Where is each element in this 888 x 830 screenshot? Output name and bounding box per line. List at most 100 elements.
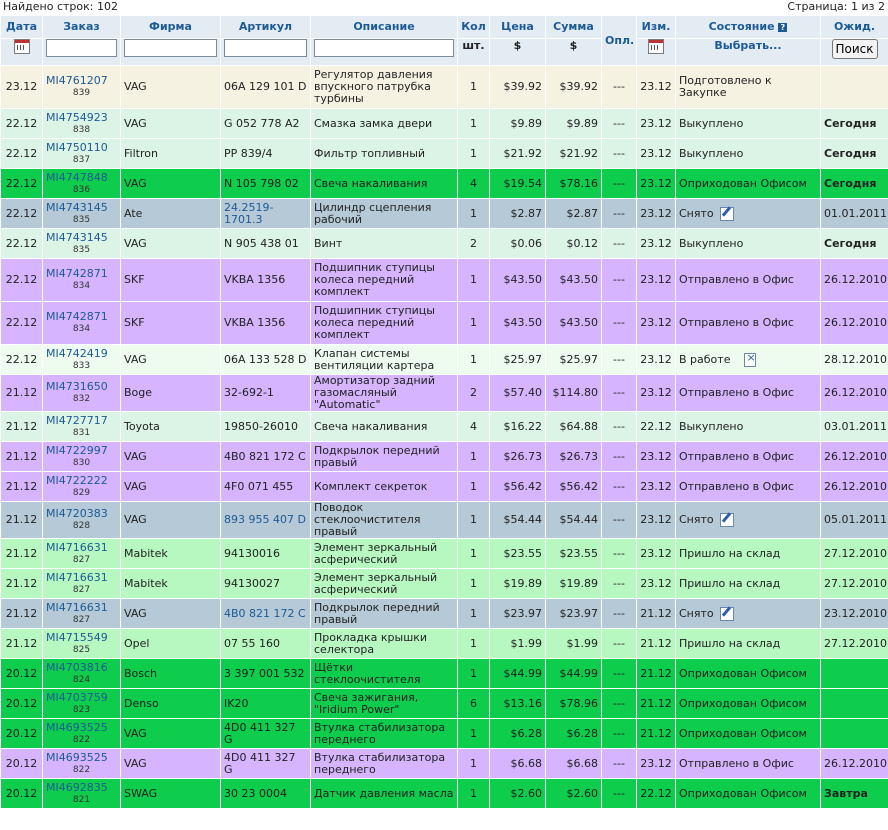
table-row[interactable]: 20.12 MI4692835 821 SWAG 30 23 0004 Датчик да… [0,778,888,809]
row-article[interactable]: 893 955 407 D [220,501,311,539]
state-select[interactable]: Выбрать... [675,38,821,66]
desc-filter-input[interactable] [314,39,454,57]
table-row[interactable]: 23.12 MI4761207 839 VAG 06A 129 101 D Регулят… [0,65,888,109]
row-article: G 052 778 A2 [220,108,311,139]
edit-note-icon[interactable] [719,206,734,221]
order-link[interactable]: MI4716631 [46,571,117,584]
col-price-header[interactable]: Цена [489,15,546,39]
table-row[interactable]: 21.12 MI4731650 832 Boge 32-692-1 Амортизатор… [0,374,888,412]
table-row[interactable]: 20.12 MI4703759 823 Denso IK20 Свеча зажигани… [0,688,888,719]
table-row[interactable]: 21.12 MI4722997 830 VAG 4B0 821 172 C Подкрыл… [0,441,888,472]
order-link[interactable]: MI4720383 [46,508,117,520]
row-state: Пришло на склад [675,628,821,659]
row-changed: 23.12 [636,441,676,472]
col-firm-header[interactable]: Фирма [120,15,221,39]
order-link[interactable]: MI4747848 [46,171,117,184]
row-paid: --- [601,778,637,809]
row-article[interactable]: 24.2519-1701.3 [220,198,311,229]
row-description: Датчик давления масла [310,778,458,809]
table-row[interactable]: 22.12 MI4743145 835 Ate 24.2519-1701.3 Цилинд… [0,198,888,229]
table-row[interactable]: 22.12 MI4742871 834 SKF VKBA 1356 Подшипник с… [0,301,888,345]
col-article-header[interactable]: Артикул [220,15,311,39]
row-sum: $54.44 [545,501,602,539]
table-row[interactable]: 21.12 MI4716631 827 Mabitek 94130016 Элемент … [0,538,888,569]
row-paid: --- [601,344,637,375]
order-link[interactable]: MI4716631 [46,541,117,554]
col-paid-header[interactable]: Опл. [601,15,637,66]
col-changed-header[interactable]: Изм. [636,15,676,39]
table-row[interactable]: 22.12 MI4754923 838 VAG G 052 778 A2 Смазка з… [0,108,888,139]
cancel-document-icon[interactable] [744,352,757,367]
col-expected-header[interactable]: Ожид. [820,15,888,39]
order-link[interactable]: MI4692835 [46,781,117,794]
table-row[interactable]: 22.12 MI4742871 834 SKF VKBA 1356 Подшипник с… [0,258,888,302]
article-filter-input[interactable] [224,39,307,57]
sum-unit: $ [545,38,602,66]
table-row[interactable]: 21.12 MI4716631 827 VAG 4B0 821 172 C Подкрыл… [0,598,888,629]
order-link[interactable]: MI4722997 [46,444,117,457]
search-button[interactable]: Поиск [831,39,878,59]
table-row[interactable]: 20.12 MI4693525 822 VAG 4D0 411 327 G Втулка … [0,718,888,749]
row-changed: 23.12 [636,301,676,345]
help-icon[interactable]: ? [778,23,788,32]
row-sum: $43.50 [545,301,602,345]
order-link[interactable]: MI4716631 [46,601,117,614]
edit-note-icon[interactable] [719,513,734,527]
row-expected [820,658,888,689]
row-article[interactable]: 4B0 821 172 C [220,598,311,629]
order-link[interactable]: MI4743145 [46,201,117,214]
table-row[interactable]: 21.12 MI4722222 829 VAG 4F0 071 455 Комплект … [0,471,888,502]
col-qty-header[interactable]: Кол [457,15,490,39]
order-link[interactable]: MI4743145 [46,231,117,244]
order-link[interactable]: MI4754923 [46,111,117,124]
row-paid: --- [601,411,637,442]
row-date: 21.12 [0,598,43,629]
row-description: Фильтр топливный [310,138,458,169]
table-row[interactable]: 22.12 MI4743145 835 VAG N 905 438 01 Винт 2 $0.… [0,228,888,259]
firm-filter-input[interactable] [124,39,217,57]
order-link[interactable]: MI4693525 [46,721,117,734]
row-paid: --- [601,374,637,412]
table-row[interactable]: 22.12 MI4742419 833 VAG 06A 133 528 D Клапан … [0,344,888,375]
row-qty: 1 [457,501,490,539]
table-row[interactable]: 21.12 MI4727717 831 Toyota 19850-26010 Свеча … [0,411,888,442]
col-date-header[interactable]: Дата [0,15,43,39]
order-link[interactable]: MI4703759 [46,691,117,704]
col-desc-header[interactable]: Описание [310,15,458,39]
state-label: Выкуплено [679,116,744,130]
row-sum: $9.89 [545,108,602,139]
order-link[interactable]: MI4761207 [46,75,117,87]
table-row[interactable]: 22.12 MI4747848 836 VAG N 105 798 02 Свеча на… [0,168,888,199]
table-row[interactable]: 21.12 MI4715549 825 Opel 07 55 160 Прокладка … [0,628,888,659]
order-link[interactable]: MI4742871 [46,268,117,280]
row-qty: 2 [457,228,490,259]
row-price: $0.06 [489,228,546,259]
order-link[interactable]: MI4715549 [46,631,117,644]
calendar-icon[interactable] [648,39,664,54]
order-link[interactable]: MI4731650 [46,381,117,393]
order-link[interactable]: MI4727717 [46,414,117,427]
row-expected: 26.12.2010 [820,441,888,472]
table-row[interactable]: 20.12 MI4693525 822 VAG 4D0 411 327 G Втулка … [0,748,888,779]
col-sum-header[interactable]: Сумма [545,15,602,39]
row-paid: --- [601,688,637,719]
order-link[interactable]: MI4742419 [46,347,117,360]
table-row[interactable]: 22.12 MI4750110 837 Filtron PP 839/4 Фильтр т… [0,138,888,169]
row-firm: VAG [120,501,221,539]
row-paid: --- [601,598,637,629]
edit-note-icon[interactable] [719,606,734,621]
table-row[interactable]: 21.12 MI4720383 828 VAG 893 955 407 D Поводок… [0,501,888,539]
order-filter-input[interactable] [46,39,117,57]
order-number: 823 [72,704,91,715]
order-link[interactable]: MI4703816 [46,661,117,674]
table-row[interactable]: 20.12 MI4703816 824 Bosch 3 397 001 532 Щётки… [0,658,888,689]
order-link[interactable]: MI4693525 [46,751,117,764]
table-row[interactable]: 21.12 MI4716631 827 Mabitek 94130027 Элемент … [0,568,888,599]
order-link[interactable]: MI4742871 [46,311,117,323]
row-sum: $114.80 [545,374,602,412]
order-link[interactable]: MI4722222 [46,474,117,487]
col-order-header[interactable]: Заказ [42,15,121,39]
order-link[interactable]: MI4750110 [46,141,117,154]
col-state-header[interactable]: Состояние ? [675,15,821,39]
calendar-icon[interactable] [13,39,30,54]
